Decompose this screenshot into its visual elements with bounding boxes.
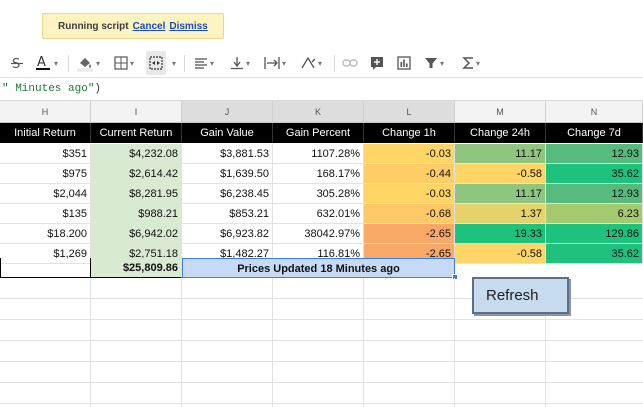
initial-return-cell[interactable]: $975 bbox=[0, 164, 91, 184]
initial-return-cell[interactable]: $2,044 bbox=[0, 184, 91, 204]
gain-percent-cell[interactable]: 1107.28% bbox=[273, 144, 364, 164]
toolbar-divider bbox=[334, 55, 335, 72]
functions-caret-icon: ▾ bbox=[476, 58, 481, 68]
header-change-24h[interactable]: Change 24h bbox=[455, 123, 546, 143]
svg-text:A: A bbox=[37, 55, 46, 70]
fill-color-icon[interactable]: ▾ bbox=[76, 48, 100, 78]
refresh-button[interactable]: Refresh bbox=[472, 277, 569, 314]
current-return-cell[interactable]: $4,232.08 bbox=[91, 144, 182, 164]
column-header-i[interactable]: I bbox=[91, 101, 182, 123]
functions-icon[interactable]: ▾ bbox=[462, 48, 480, 78]
change-7d-cell[interactable]: 6.23 bbox=[546, 204, 643, 224]
gain-percent-cell[interactable]: 632.01% bbox=[273, 204, 364, 224]
borders-icon[interactable]: ▾ bbox=[114, 48, 134, 78]
fill-color-caret-icon: ▾ bbox=[96, 58, 101, 68]
column-header-h[interactable]: H bbox=[0, 101, 91, 123]
current-return-cell[interactable]: $8,281.95 bbox=[91, 184, 182, 204]
change-24h-cell[interactable]: -0.58 bbox=[455, 164, 546, 184]
change-1h-cell[interactable]: -0.44 bbox=[364, 164, 455, 184]
gain-value-cell[interactable]: $6,923.82 bbox=[182, 224, 273, 244]
header-change-7d[interactable]: Change 7d bbox=[546, 123, 643, 143]
gain-value-cell[interactable]: $6,238.45 bbox=[182, 184, 273, 204]
borders-caret-icon: ▾ bbox=[130, 58, 135, 68]
text-color-icon[interactable]: A ▾ bbox=[34, 48, 58, 78]
current-return-cell[interactable]: $988.21 bbox=[91, 204, 182, 224]
vertical-align-caret-icon: ▾ bbox=[246, 58, 251, 68]
initial-return-cell[interactable]: $351 bbox=[0, 144, 91, 164]
text-wrap-caret-icon: ▾ bbox=[282, 58, 287, 68]
insert-chart-icon[interactable] bbox=[397, 48, 411, 78]
change-24h-cell[interactable]: 11.17 bbox=[455, 184, 546, 204]
change-24h-cell[interactable]: 11.17 bbox=[455, 144, 546, 164]
initial-return-cell[interactable]: $135 bbox=[0, 204, 91, 224]
gain-value-cell[interactable]: $3,881.53 bbox=[182, 144, 273, 164]
strikethrough-icon[interactable]: S bbox=[10, 48, 24, 78]
formula-bar[interactable]: " Minutes ago") bbox=[0, 78, 643, 101]
toolbar-divider bbox=[68, 55, 69, 72]
table-row: $18.200 $6,942.02 $6,923.82 38042.97% -2… bbox=[0, 224, 643, 244]
running-script-toast: Running script Cancel Dismiss bbox=[42, 13, 224, 39]
vertical-align-icon[interactable]: ▾ bbox=[230, 48, 250, 78]
merge-caret-icon[interactable]: ▾ bbox=[170, 48, 176, 78]
column-header-n[interactable]: N bbox=[546, 101, 643, 123]
change-7d-cell[interactable]: 12.93 bbox=[546, 184, 643, 204]
toolbar: S A ▾ ▾ ▾ ▾ ▾ ▾ ▾ ▾ ▾ ▾ bbox=[0, 48, 643, 78]
filter-caret-icon: ▾ bbox=[440, 58, 445, 68]
horizontal-align-icon[interactable]: ▾ bbox=[194, 48, 214, 78]
prices-updated-status-cell[interactable]: Prices Updated 18 Minutes ago bbox=[182, 258, 455, 278]
gain-value-cell[interactable]: $1,639.50 bbox=[182, 164, 273, 184]
table-row: $135 $988.21 $853.21 632.01% -0.68 1.37 … bbox=[0, 204, 643, 224]
gain-percent-cell[interactable]: 305.28% bbox=[273, 184, 364, 204]
change-7d-cell[interactable]: 12.93 bbox=[546, 144, 643, 164]
column-header-k[interactable]: K bbox=[273, 101, 364, 123]
header-gain-percent[interactable]: Gain Percent bbox=[273, 123, 364, 143]
table-row: $975 $2,614.42 $1,639.50 168.17% -0.44 -… bbox=[0, 164, 643, 184]
insert-link-icon[interactable] bbox=[342, 48, 358, 78]
change-1h-cell[interactable]: -0.03 bbox=[364, 184, 455, 204]
current-return-cell[interactable]: $6,942.02 bbox=[91, 224, 182, 244]
gain-percent-cell[interactable]: 168.17% bbox=[273, 164, 364, 184]
change-7d-cell[interactable]: 35.62 bbox=[546, 164, 643, 184]
initial-return-cell[interactable]: $18.200 bbox=[0, 224, 91, 244]
change-1h-cell[interactable]: -0.03 bbox=[364, 144, 455, 164]
totals-empty-cell[interactable] bbox=[0, 258, 91, 278]
change-1h-cell[interactable]: -0.68 bbox=[364, 204, 455, 224]
table-header-row: Initial Return Current Return Gain Value… bbox=[0, 123, 643, 143]
change-7d-cell[interactable]: 129.86 bbox=[546, 224, 643, 244]
change-1h-cell[interactable]: -2.65 bbox=[364, 224, 455, 244]
gain-percent-cell[interactable]: 38042.97% bbox=[273, 224, 364, 244]
toolbar-divider bbox=[184, 55, 185, 72]
text-wrap-icon[interactable]: ▾ bbox=[264, 48, 286, 78]
header-change-1h[interactable]: Change 1h bbox=[364, 123, 455, 143]
running-script-label: Running script bbox=[58, 20, 129, 32]
gain-value-cell[interactable]: $853.21 bbox=[182, 204, 273, 224]
totals-row: $25,809.86 Prices Updated 18 Minutes ago bbox=[0, 258, 643, 278]
spreadsheet-window: Running script Cancel Dismiss S A ▾ ▾ ▾ … bbox=[0, 0, 643, 407]
text-rotation-caret-icon: ▾ bbox=[318, 58, 323, 68]
header-gain-value[interactable]: Gain Value bbox=[182, 123, 273, 143]
text-rotation-icon[interactable]: ▾ bbox=[300, 48, 322, 78]
header-current-return[interactable]: Current Return bbox=[91, 123, 182, 143]
header-initial-return[interactable]: Initial Return bbox=[0, 123, 91, 143]
cancel-link[interactable]: Cancel bbox=[133, 21, 166, 32]
column-header-m[interactable]: M bbox=[455, 101, 546, 123]
current-return-cell[interactable]: $2,614.42 bbox=[91, 164, 182, 184]
formula-close-paren: ) bbox=[94, 83, 102, 95]
merge-cells-icon[interactable] bbox=[146, 51, 166, 75]
insert-comment-icon[interactable] bbox=[370, 48, 384, 78]
table-row: $2,044 $8,281.95 $6,238.45 305.28% -0.03… bbox=[0, 184, 643, 204]
total-current-return-cell[interactable]: $25,809.86 bbox=[91, 258, 182, 278]
table-row: $351 $4,232.08 $3,881.53 1107.28% -0.03 … bbox=[0, 144, 643, 164]
horizontal-align-caret-icon: ▾ bbox=[210, 58, 215, 68]
column-header-l[interactable]: L bbox=[364, 101, 455, 123]
change-24h-cell[interactable]: 1.37 bbox=[455, 204, 546, 224]
change-24h-cell[interactable]: 19.33 bbox=[455, 224, 546, 244]
filter-icon[interactable]: ▾ bbox=[424, 48, 444, 78]
text-color-caret-icon: ▾ bbox=[54, 58, 59, 68]
column-header-j[interactable]: J bbox=[182, 101, 273, 123]
formula-text: " Minutes ago" bbox=[2, 83, 95, 95]
dismiss-link[interactable]: Dismiss bbox=[169, 21, 207, 32]
